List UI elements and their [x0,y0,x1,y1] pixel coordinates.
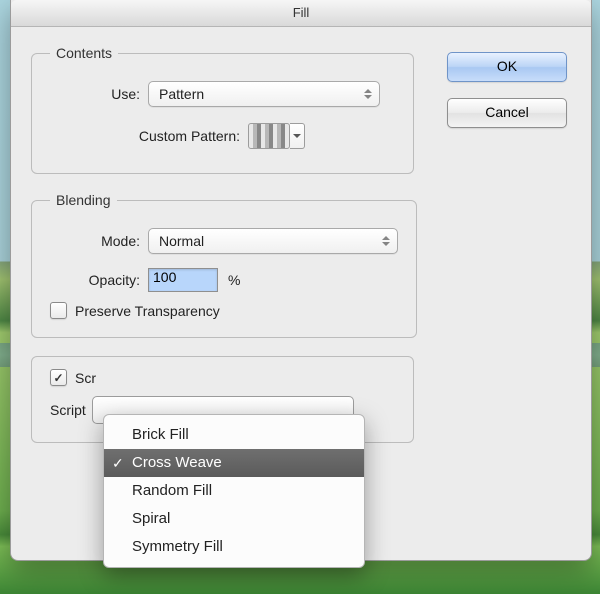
ok-button[interactable]: OK [447,52,567,82]
chevron-stepper-icon [361,84,375,104]
scripted-checkbox-row: Scr [50,369,395,386]
custom-pattern-thumbnail[interactable] [248,123,290,149]
custom-pattern-row: Custom Pattern: [50,123,395,149]
dialog-body: Contents Use: Pattern Custom Pattern: [11,27,591,463]
scripted-checkbox-label-fragment: Scr [75,370,96,386]
scripted-checkbox[interactable] [50,369,67,386]
contents-group: Contents Use: Pattern Custom Pattern: [31,45,414,174]
mode-label: Mode: [50,233,148,249]
chevron-stepper-icon [379,231,393,251]
mode-row: Mode: Normal [50,228,398,254]
menu-item-random-fill[interactable]: Random Fill [104,477,364,505]
opacity-percent-suffix: % [228,272,240,288]
dialog-title: Fill [11,0,591,27]
blending-legend: Blending [50,192,117,208]
cancel-button[interactable]: Cancel [447,98,567,128]
preserve-transparency-checkbox[interactable] [50,302,67,319]
use-select-value: Pattern [159,86,204,102]
script-label: Script [50,402,92,418]
script-popup-menu[interactable]: Brick Fill Cross Weave Random Fill Spira… [103,414,365,568]
desktop-background: Fill Contents Use: Pattern Custom Patter… [0,0,600,594]
menu-item-brick-fill[interactable]: Brick Fill [104,421,364,449]
use-row: Use: Pattern [50,81,395,107]
menu-item-cross-weave[interactable]: Cross Weave [104,449,364,477]
menu-item-spiral[interactable]: Spiral [104,505,364,533]
chevron-down-icon [293,134,301,138]
opacity-label: Opacity: [50,272,148,288]
opacity-row: Opacity: 100 % [50,268,398,292]
fill-dialog: Fill Contents Use: Pattern Custom Patter… [10,0,592,561]
menu-item-symmetry-fill[interactable]: Symmetry Fill [104,533,364,561]
use-label: Use: [50,86,148,102]
opacity-input[interactable]: 100 [148,268,218,292]
custom-pattern-dropdown[interactable] [290,123,305,149]
custom-pattern-label: Custom Pattern: [50,128,248,144]
blending-group: Blending Mode: Normal Opacity: 100 % [31,192,417,338]
mode-select[interactable]: Normal [148,228,398,254]
contents-legend: Contents [50,45,118,61]
use-select[interactable]: Pattern [148,81,380,107]
preserve-transparency-label: Preserve Transparency [75,303,220,319]
mode-select-value: Normal [159,233,204,249]
preserve-transparency-row: Preserve Transparency [50,302,398,319]
